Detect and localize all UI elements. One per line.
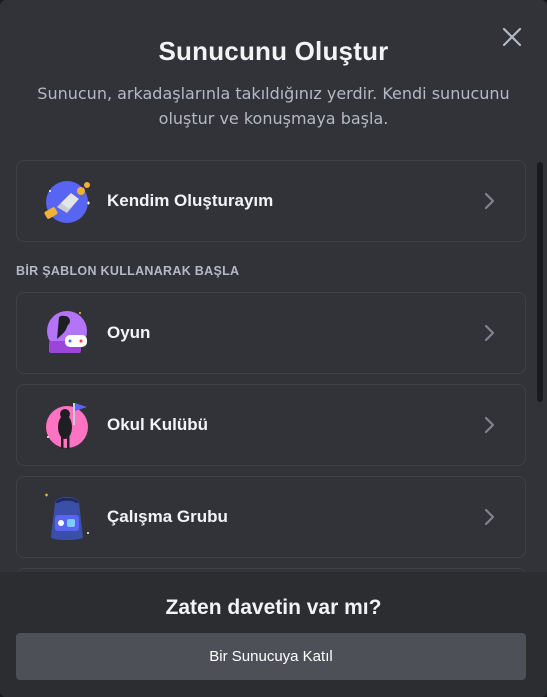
- join-server-button[interactable]: Bir Sunucuya Katıl: [16, 633, 526, 680]
- close-icon: [502, 27, 522, 47]
- create-own-icon: [39, 173, 95, 229]
- template-study-group-label: Çalışma Grubu: [107, 507, 228, 526]
- chevron-right-icon: [484, 508, 495, 526]
- template-section-label: BİR ŞABLON KULLANARAK BAŞLA: [16, 264, 240, 278]
- create-own-option[interactable]: Kendim Oluşturayım: [16, 160, 526, 242]
- options-scroller[interactable]: Kendim Oluşturayım BİR ŞABLON KULLANARAK…: [0, 152, 547, 572]
- template-school-club-label: Okul Kulübü: [107, 415, 209, 434]
- template-gaming-label: Oyun: [107, 323, 151, 342]
- gaming-icon: [39, 305, 95, 361]
- scrollbar-track[interactable]: [537, 162, 543, 562]
- chevron-right-icon: [484, 192, 495, 210]
- invite-question: Zaten davetin var mı?: [165, 596, 382, 619]
- modal-subtitle: Sunucun, arkadaşlarınla takıldığınız yer…: [37, 84, 510, 128]
- study-group-icon: [39, 489, 95, 545]
- template-study-group-option[interactable]: Çalışma Grubu: [16, 476, 526, 558]
- create-server-modal: Sunucunu Oluştur Sunucun, arkadaşlarınla…: [0, 0, 547, 697]
- school-club-icon: [39, 397, 95, 453]
- chevron-right-icon: [484, 324, 495, 342]
- chevron-right-icon: [484, 416, 495, 434]
- close-button[interactable]: [499, 24, 525, 50]
- create-own-label: Kendim Oluşturayım: [107, 191, 274, 210]
- template-school-club-option[interactable]: Okul Kulübü: [16, 384, 526, 466]
- modal-footer: Zaten davetin var mı? Bir Sunucuya Katıl: [0, 572, 547, 697]
- modal-title: Sunucunu Oluştur: [158, 36, 389, 66]
- template-gaming-option[interactable]: Oyun: [16, 292, 526, 374]
- scrollbar-thumb[interactable]: [537, 162, 543, 402]
- modal-header: Sunucunu Oluştur Sunucun, arkadaşlarınla…: [0, 0, 547, 131]
